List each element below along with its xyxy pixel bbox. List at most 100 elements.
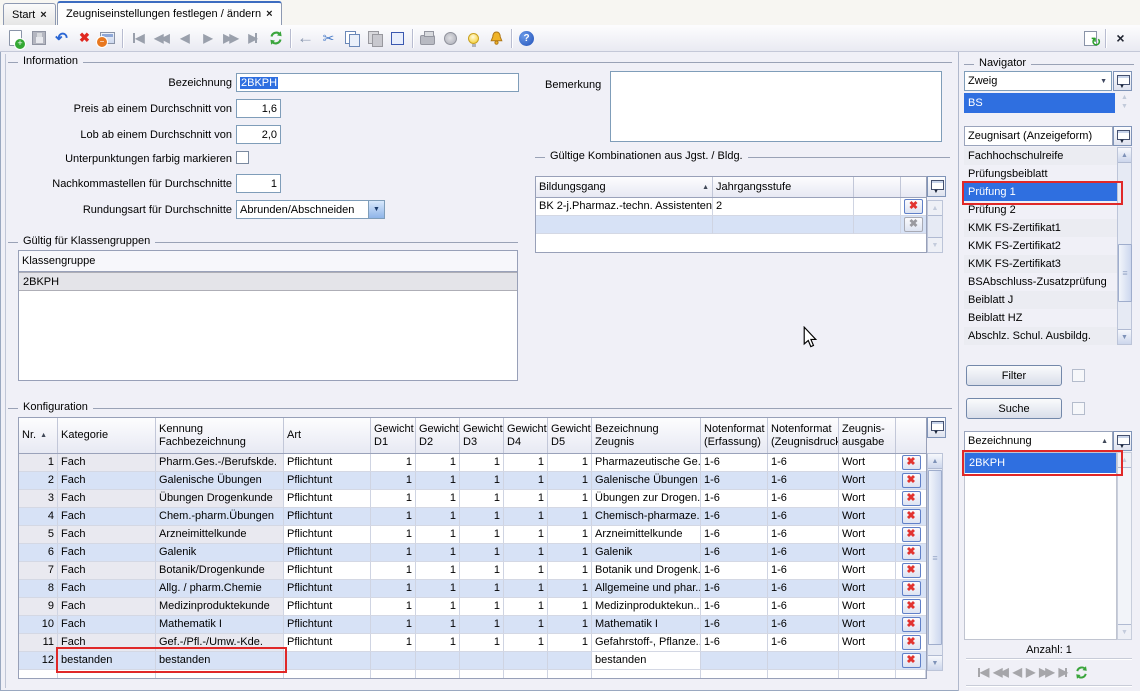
cell-nr[interactable]: 10	[19, 616, 58, 634]
delete-row-button[interactable]: ✖	[902, 455, 921, 470]
cell-d5[interactable]: 1	[548, 616, 592, 634]
cell-d5[interactable]: 1	[548, 490, 592, 508]
cell-kategorie[interactable]: Fach	[58, 490, 156, 508]
scroll-down-icon[interactable]: ▼	[928, 237, 942, 252]
table-row[interactable]: 8FachAllg. / pharm.ChemiePflichtunt11111…	[19, 580, 926, 598]
chevron-down-icon[interactable]: ▼	[368, 201, 384, 218]
cell-art[interactable]: Pflichtunt	[284, 472, 371, 490]
first-record-button[interactable]: ◀	[126, 27, 149, 49]
fast-prev-button[interactable]: ◀◀	[149, 27, 172, 49]
prev-record-button[interactable]: ◀	[172, 27, 195, 49]
tab-start-close-icon[interactable]: ×	[40, 10, 46, 20]
nachkommastellen-input[interactable]: 1	[236, 174, 281, 193]
cell-d4[interactable]: 1	[504, 544, 548, 562]
table-row[interactable]: BK 2-j.Pharmaz.-techn. Assistenten2✖	[536, 198, 926, 216]
column-header[interactable]: Gewicht D3	[460, 418, 504, 453]
scroll-down-icon[interactable]: ▼	[1118, 624, 1131, 639]
cell-zeugnis[interactable]: Übungen zur Drogen...	[592, 490, 701, 508]
cell-d1[interactable]: 1	[371, 544, 416, 562]
column-header[interactable]: Gewicht D5	[548, 418, 592, 453]
cell-d2[interactable]: 1	[416, 508, 460, 526]
delete-button[interactable]: ✖	[73, 27, 96, 49]
cell-nf_erf[interactable]: 1-6	[701, 634, 768, 652]
column-header[interactable]: Kennung Fachbezeichnung	[156, 418, 284, 453]
column-header[interactable]: Gewicht D1	[371, 418, 416, 453]
cell-kategorie[interactable]: Fach	[58, 598, 156, 616]
cell-d5[interactable]: 1	[548, 472, 592, 490]
cell-kategorie[interactable]: Fach	[58, 472, 156, 490]
cell-ausgabe[interactable]: Wort	[839, 454, 896, 472]
delete-row-button[interactable]: ✖	[904, 199, 923, 214]
cell-empty[interactable]	[854, 216, 901, 234]
bezeichnung-input[interactable]: 2BKPH	[236, 73, 519, 92]
zeugnisart-item[interactable]: Fachhochschulreife	[964, 147, 1117, 165]
cell-art[interactable]: Pflichtunt	[284, 562, 371, 580]
cell-kennung[interactable]: Chem.-pharm.Übungen	[156, 508, 284, 526]
zweig-item-bs[interactable]: BS	[964, 93, 1115, 113]
cell-nf_druck[interactable]: 1-6	[768, 472, 839, 490]
table-row[interactable]: 4FachChem.-pharm.ÜbungenPflichtunt11111C…	[19, 508, 926, 526]
column-header[interactable]: Notenformat (Zeugnisdruck)	[768, 418, 839, 453]
cell-art[interactable]: Pflichtunt	[284, 616, 371, 634]
table-row[interactable]: 10FachMathematik IPflichtunt11111Mathema…	[19, 616, 926, 634]
cell-d3[interactable]	[460, 652, 504, 670]
cell-d4[interactable]: 1	[504, 508, 548, 526]
cell-d5[interactable]: 1	[548, 526, 592, 544]
delete-row-button[interactable]: ✖	[902, 509, 921, 524]
cell-art[interactable]: Pflichtunt	[284, 454, 371, 472]
cell-kennung[interactable]: Allg. / pharm.Chemie	[156, 580, 284, 598]
cell-nf_druck[interactable]: 1-6	[768, 526, 839, 544]
preis-input[interactable]: 1,6	[236, 99, 281, 118]
cell-nr[interactable]: 5	[19, 526, 58, 544]
hint-button[interactable]	[462, 27, 485, 49]
column-header[interactable]: Notenformat (Erfassung)	[701, 418, 768, 453]
delete-row-button[interactable]: ✖	[902, 545, 921, 560]
prev-record-button[interactable]: ◀	[1013, 665, 1019, 679]
table-row-new[interactable]: ✖	[536, 216, 926, 234]
cell-zeugnis[interactable]: Gefahrstoff-, Pflanze...	[592, 634, 701, 652]
tab-zeugniseinstellungen[interactable]: Zeugniseinstellungen festlegen / ändern …	[57, 1, 282, 25]
cell-d2[interactable]: 1	[416, 472, 460, 490]
bemerkung-textarea[interactable]	[610, 71, 942, 142]
cell-art[interactable]: Pflichtunt	[284, 526, 371, 544]
cell-nf_druck[interactable]: 1-6	[768, 490, 839, 508]
paste-button[interactable]	[363, 27, 386, 49]
delete-row-button[interactable]: ✖	[902, 527, 921, 542]
cell-nr[interactable]: 4	[19, 508, 58, 526]
delete-row-button[interactable]: ✖	[902, 599, 921, 614]
fast-next-button[interactable]: ▶▶	[1039, 665, 1051, 679]
cell-nf_erf[interactable]: 1-6	[701, 598, 768, 616]
zeugnisart-item[interactable]: BSAbschluss-Zusatzprüfung	[964, 273, 1117, 291]
table-row[interactable]: 7FachBotanik/DrogenkundePflichtunt11111B…	[19, 562, 926, 580]
scrollbar-thumb[interactable]: ≡	[928, 470, 942, 645]
cell-nf_druck[interactable]: 1-6	[768, 580, 839, 598]
cell-ausgabe[interactable]: Wort	[839, 634, 896, 652]
table-row[interactable]: 2FachGalenische ÜbungenPflichtunt11111Ga…	[19, 472, 926, 490]
scroll-up-icon[interactable]: ▲	[928, 454, 942, 469]
select-region-button[interactable]	[386, 27, 409, 49]
cell-d3[interactable]: 1	[460, 580, 504, 598]
cell-empty[interactable]	[536, 216, 713, 234]
zeugnisart-item[interactable]: Beiblatt J	[964, 291, 1117, 309]
zeugnisart-scrollbar[interactable]: ▲ ≡ ▼	[1117, 147, 1132, 345]
cell-zeugnis[interactable]: Botanik und Drogenk...	[592, 562, 701, 580]
zeugnisart-item[interactable]: Beiblatt HZ	[964, 309, 1117, 327]
cell-d3[interactable]: 1	[460, 454, 504, 472]
cell-nr[interactable]: 12	[19, 652, 58, 670]
cell-kategorie[interactable]: Fach	[58, 634, 156, 652]
cell-kennung[interactable]: Medizinproduktekunde	[156, 598, 284, 616]
cell-art[interactable]: Pflichtunt	[284, 598, 371, 616]
konfiguration-column-chooser-button[interactable]	[927, 417, 946, 438]
cell-ausgabe[interactable]: Wort	[839, 562, 896, 580]
cell-nf_druck[interactable]	[768, 652, 839, 670]
cell-d4[interactable]: 1	[504, 634, 548, 652]
cell-d3[interactable]: 1	[460, 526, 504, 544]
cell-d3[interactable]: 1	[460, 544, 504, 562]
column-header-klassengruppe[interactable]: Klassengruppe	[19, 251, 517, 271]
fast-prev-button[interactable]: ◀◀	[993, 665, 1005, 679]
cell-kategorie[interactable]: Fach	[58, 544, 156, 562]
cell-nf_erf[interactable]: 1-6	[701, 562, 768, 580]
print-button[interactable]	[416, 27, 439, 49]
cell-nf_erf[interactable]: 1-6	[701, 454, 768, 472]
cell-kategorie[interactable]: Fach	[58, 526, 156, 544]
